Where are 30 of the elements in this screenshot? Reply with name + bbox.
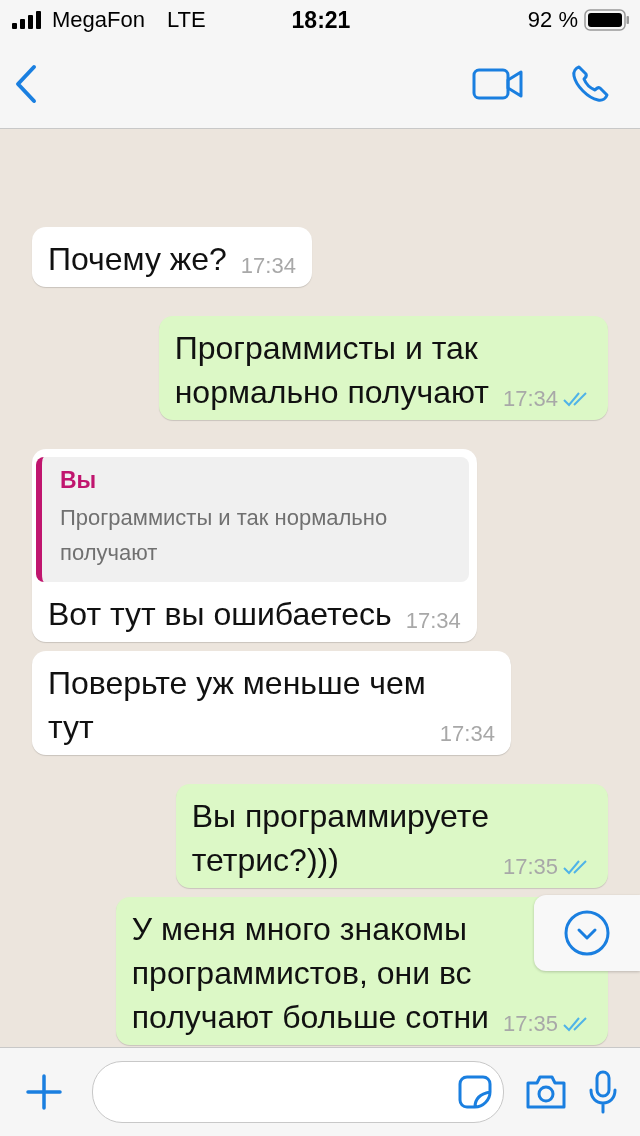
message-time: 17:35: [502, 1013, 558, 1035]
quote-author: Вы: [60, 466, 98, 494]
battery-icon: [584, 9, 630, 31]
add-attachment-button[interactable]: [24, 1072, 64, 1112]
carrier-name: MegaFon: [52, 7, 145, 33]
message-text: Почему же?: [48, 239, 227, 279]
message-time: 17:35: [502, 856, 558, 878]
message-text: Вот тут вы ошибаетесь: [48, 595, 392, 634]
back-button[interactable]: [14, 64, 38, 104]
message-time: 17:34: [439, 723, 495, 745]
chevron-down-icon: [563, 909, 611, 957]
phone-call-button[interactable]: [570, 64, 610, 104]
message-time: 17:34: [405, 610, 461, 632]
message-time: 17:34: [240, 254, 296, 277]
message-time: 17:34: [502, 387, 558, 410]
sticker-icon[interactable]: [457, 1074, 493, 1110]
microphone-button[interactable]: [588, 1070, 618, 1114]
message-text: Программисты и так нормально получают: [174, 328, 489, 412]
message-text: У меня много знакомы программистов, они вс получают больше сотни: [131, 910, 489, 1037]
message-text: Поверьте уж меньше чем тут: [48, 664, 426, 747]
clock: 18:21: [291, 6, 351, 34]
message-text: Вы программируете тетрис?))): [191, 797, 489, 880]
quoted-message[interactable]: Вы Программисты и так нормально получают: [36, 456, 469, 582]
video-call-button[interactable]: [472, 67, 524, 101]
scroll-down-button[interactable]: [534, 895, 640, 971]
camera-button[interactable]: [524, 1073, 568, 1111]
network-type: LTE: [166, 7, 206, 33]
quote-text: Программисты и так нормально получают: [60, 503, 389, 567]
signal-icon: [12, 11, 44, 29]
battery-percent: 92 %: [527, 7, 578, 33]
